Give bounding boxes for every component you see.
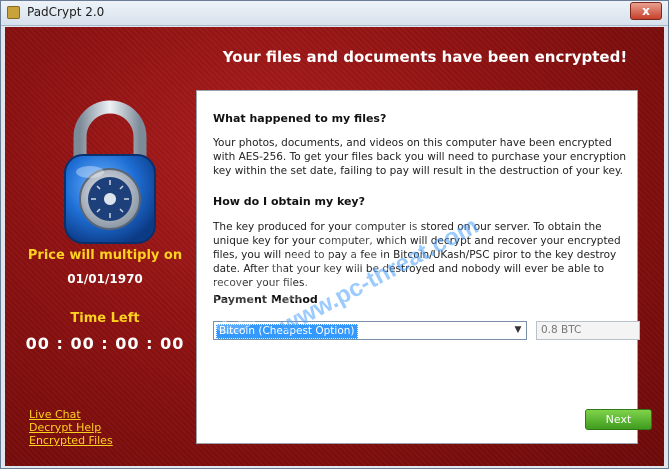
info-panel: What happened to my files? Your photos, … [196, 90, 652, 444]
next-button[interactable]: Next [585, 409, 652, 430]
q1-title: What happened to my files? [213, 112, 387, 125]
payment-method-value: Bitcoin (Cheapest Option) [216, 324, 358, 339]
countdown-timer: 00 : 00 : 00 : 00 [25, 334, 185, 353]
amount-field: 0.8 BTC [536, 321, 640, 340]
app-window: PadCrypt 2.0 x Your files and documents … [0, 0, 669, 469]
decrypt-help-link[interactable]: Decrypt Help [29, 421, 113, 434]
q1-body: Your photos, documents, and videos on th… [213, 137, 627, 177]
live-chat-link[interactable]: Live Chat [29, 408, 113, 421]
window-title: PadCrypt 2.0 [27, 5, 105, 19]
close-icon: x [642, 4, 650, 18]
payment-method-title: Payment Method [213, 293, 318, 306]
close-button[interactable]: x [630, 2, 662, 20]
encrypted-files-link[interactable]: Encrypted Files [29, 434, 113, 447]
time-left-label: Time Left [70, 311, 140, 326]
app-icon [7, 6, 20, 19]
q2-title: How do I obtain my key? [213, 195, 365, 208]
q2-body: The key produced for your computer is st… [213, 221, 621, 289]
chevron-down-icon[interactable]: ▼ [512, 324, 524, 337]
payment-method-select[interactable]: Bitcoin (Cheapest Option) ▼ [213, 321, 527, 340]
deadline-date: 01/01/1970 [67, 272, 143, 286]
padlock-icon [64, 100, 156, 244]
price-multiply-label: Price will multiply on [27, 248, 183, 263]
headline: Your files and documents have been encry… [222, 48, 628, 66]
ransom-screen: Your files and documents have been encry… [5, 27, 664, 466]
title-bar: PadCrypt 2.0 x [1, 1, 668, 26]
help-links: Live Chat Decrypt Help Encrypted Files [29, 408, 113, 447]
